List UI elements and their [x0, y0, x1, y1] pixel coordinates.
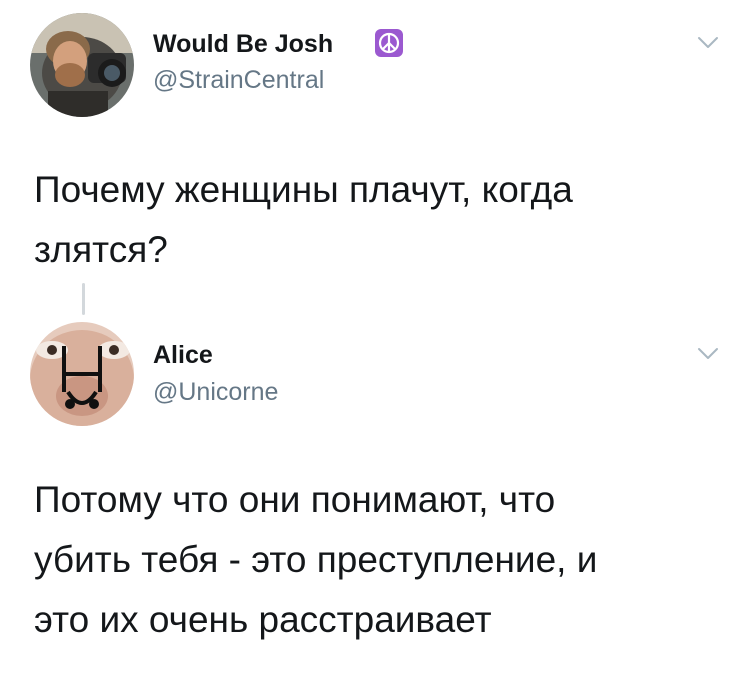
- tweet: Would Be Josh @StrainCentral Почему женщ…: [0, 0, 750, 315]
- tweet-text-line: Почему женщины плачут, когда: [34, 169, 573, 210]
- user-handle[interactable]: @StrainCentral: [153, 66, 324, 95]
- tweet-text-line: Потому что они понимают, что: [34, 479, 556, 520]
- avatar[interactable]: [30, 322, 134, 426]
- tweet: Alice @Unicorne Потому что они понимают,…: [0, 300, 750, 680]
- tweet-text: Потому что они понимают, что убить тебя …: [34, 470, 597, 650]
- display-name[interactable]: Would Be Josh: [153, 30, 333, 59]
- peace-sign-icon: [374, 28, 404, 58]
- tweet-text: Почему женщины плачут, когда злятся?: [34, 160, 573, 280]
- chevron-down-icon[interactable]: [697, 36, 719, 50]
- tweet-text-line: злятся?: [34, 229, 168, 270]
- user-handle[interactable]: @Unicorne: [153, 378, 278, 407]
- tweet-text-line: убить тебя - это преступление, и: [34, 539, 598, 580]
- chevron-down-icon[interactable]: [697, 347, 719, 361]
- tweet-text-line: это их очень расстраивает: [34, 599, 492, 640]
- display-name[interactable]: Alice: [153, 341, 213, 370]
- avatar[interactable]: [30, 13, 134, 117]
